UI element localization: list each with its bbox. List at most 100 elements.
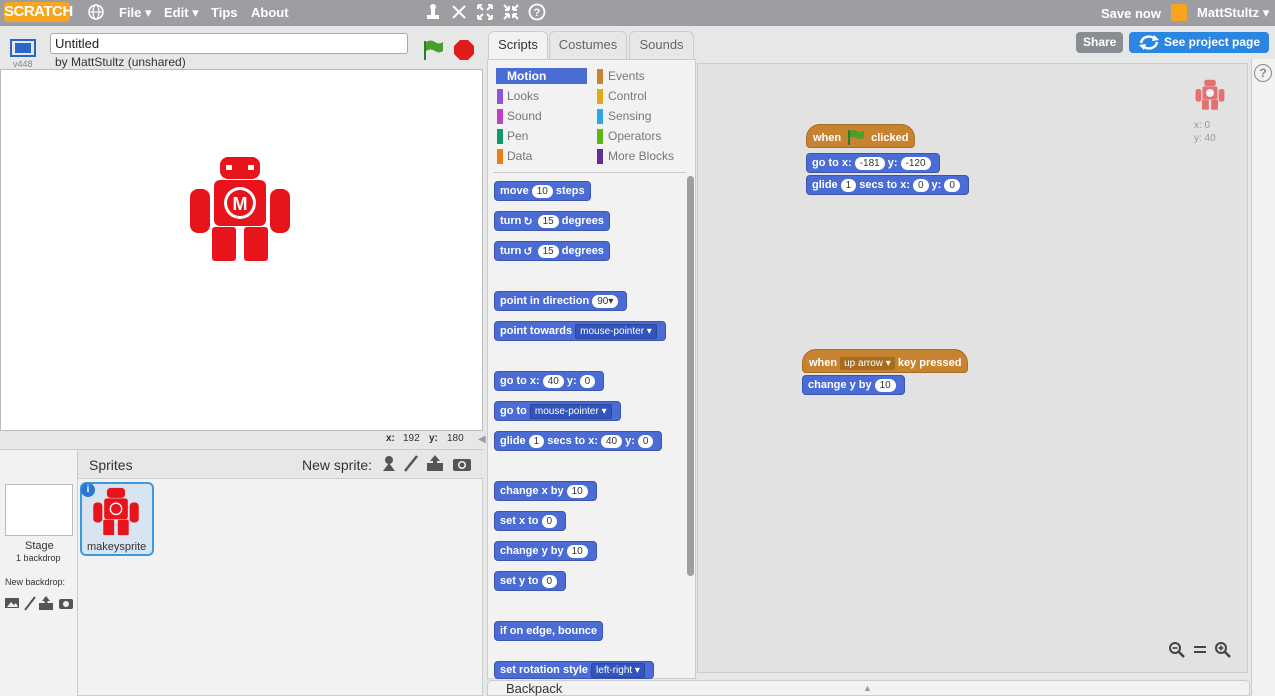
green-flag-icon[interactable] (421, 38, 445, 62)
category-looks-color (497, 89, 503, 104)
turn-clockwise-icon: ↻ (523, 215, 533, 228)
duplicate-stamp-icon[interactable] (424, 3, 444, 23)
category-more-blocks-color (597, 149, 603, 164)
block-rotation-style[interactable]: set rotation style left-right ▾ (494, 661, 654, 679)
about-menu[interactable]: About (251, 5, 289, 20)
category-more-blocks[interactable]: More Blocks (608, 149, 674, 163)
remix-arrows-icon (1137, 34, 1161, 51)
mouse-y-value: 180 (447, 433, 464, 444)
block-move-steps[interactable]: move 10 steps (494, 181, 591, 201)
category-pen[interactable]: Pen (507, 129, 528, 143)
block-change-y[interactable]: change y by 10 (494, 541, 597, 561)
zoom-in-icon[interactable] (1214, 641, 1232, 659)
category-data[interactable]: Data (507, 149, 532, 163)
block-change-x[interactable]: change x by 10 (494, 481, 597, 501)
category-events-color (597, 69, 603, 84)
camera-icon[interactable] (452, 456, 472, 472)
mouse-x-value: 192 (403, 433, 420, 444)
language-globe-icon[interactable] (87, 3, 107, 23)
backdrop-library-icon[interactable] (4, 596, 20, 610)
help-icon[interactable]: ? (528, 3, 548, 23)
scratch-logo[interactable]: SCRATCH (4, 2, 73, 22)
script-block-change-y[interactable]: change y by 10 (802, 375, 905, 395)
sprite-library-icon[interactable] (380, 454, 398, 472)
block-set-y[interactable]: set y to 0 (494, 571, 567, 591)
backdrop-count: 1 backdrop (16, 553, 61, 563)
file-menu[interactable]: File ▾ (119, 5, 152, 21)
backdrop-paint-icon[interactable] (23, 595, 37, 611)
hat-when-key-pressed[interactable]: when up arrow ▾ key pressed (802, 349, 969, 373)
save-now-button[interactable]: Save now (1101, 6, 1161, 21)
project-title-input[interactable]: Untitled (50, 33, 408, 54)
user-avatar (1171, 4, 1187, 21)
block-turn-right[interactable]: turn ↻ 15 degrees (494, 211, 610, 231)
block-help-icon[interactable]: ? (1254, 64, 1272, 82)
category-control[interactable]: Control (608, 89, 647, 103)
category-sensing-color (597, 109, 603, 124)
hat-when-flag-clicked[interactable]: when clicked (806, 124, 916, 148)
grow-icon[interactable] (476, 3, 496, 23)
backdrop-upload-icon[interactable] (38, 595, 54, 611)
new-sprite-label: New sprite: (302, 457, 373, 473)
tab-sounds[interactable]: Sounds (629, 31, 694, 59)
makey-thumbnail-image (91, 487, 141, 537)
tab-costumes[interactable]: Costumes (549, 31, 627, 59)
makey-robot-sprite[interactable]: M (188, 155, 292, 265)
scripts-area[interactable] (697, 63, 1248, 673)
zoom-out-icon[interactable] (1168, 641, 1186, 659)
stop-sign-icon[interactable] (453, 39, 475, 61)
stage-label: Stage (25, 540, 54, 552)
shrink-icon[interactable] (502, 3, 522, 23)
category-sensing[interactable]: Sensing (608, 109, 651, 123)
sprite-name-label: makeysprite (87, 541, 147, 553)
green-flag-icon (846, 129, 866, 148)
palette-scrollbar[interactable] (687, 176, 694, 576)
stage-thumbnail[interactable] (5, 484, 73, 536)
category-control-color (597, 89, 603, 104)
current-sprite-icon (1195, 79, 1225, 111)
presentation-mode-icon[interactable] (8, 38, 38, 60)
cut-scissors-icon[interactable] (450, 3, 470, 23)
sprite-header (78, 450, 483, 479)
backdrop-camera-icon[interactable] (58, 597, 74, 610)
backpack-expand-icon[interactable]: ▲ (863, 683, 875, 693)
mouse-y-label: y: (429, 433, 438, 444)
category-events[interactable]: Events (608, 69, 645, 83)
category-pen-color (497, 129, 503, 144)
collapse-arrow-icon[interactable]: ◀ (478, 434, 486, 446)
block-turn-left[interactable]: turn ↺ 15 degrees (494, 241, 610, 261)
tips-menu[interactable]: Tips (211, 5, 238, 20)
block-go-to-xy[interactable]: go to x: 40 y: 0 (494, 371, 605, 391)
block-go-to[interactable]: go to mouse-pointer ▾ (494, 401, 621, 421)
turn-counterclockwise-icon: ↺ (523, 245, 533, 258)
script-block-go-to-xy[interactable]: go to x: -181 y: -120 (806, 153, 940, 173)
category-motion[interactable]: Motion (507, 69, 546, 83)
category-operators-color (597, 129, 603, 144)
share-button[interactable]: Share (1076, 32, 1124, 53)
block-point-towards[interactable]: point towards mouse-pointer ▾ (494, 321, 666, 341)
zoom-reset-icon[interactable] (1192, 641, 1208, 659)
tab-scripts[interactable]: Scripts (488, 31, 548, 59)
new-backdrop-label: New backdrop: (5, 577, 66, 587)
block-point-in-direction[interactable]: point in direction 90▾ (494, 291, 628, 311)
version-label: v448 (13, 59, 33, 69)
upload-icon[interactable] (425, 454, 445, 472)
block-set-x[interactable]: set x to 0 (494, 511, 567, 531)
block-glide[interactable]: glide 1 secs to x: 40 y: 0 (494, 431, 663, 451)
sprites-heading: Sprites (89, 457, 133, 473)
category-sound[interactable]: Sound (507, 109, 542, 123)
sprite-y-readout: y: 40 (1194, 133, 1216, 144)
mouse-x-label: x: (386, 433, 395, 444)
edit-menu[interactable]: Edit ▾ (164, 5, 199, 21)
help-strip (1251, 59, 1275, 696)
script-block-glide[interactable]: glide 1 secs to x: 0 y: 0 (806, 175, 969, 195)
user-menu[interactable]: MattStultz ▾ (1197, 5, 1269, 21)
makey-m-letter: M (233, 194, 248, 214)
category-looks[interactable]: Looks (507, 89, 539, 103)
paint-brush-icon[interactable] (402, 454, 420, 472)
category-sound-color (497, 109, 503, 124)
svg-text:?: ? (534, 7, 541, 19)
block-bounce[interactable]: if on edge, bounce (494, 621, 604, 641)
project-owner: by MattStultz (unshared) (55, 55, 186, 69)
category-operators[interactable]: Operators (608, 129, 661, 143)
